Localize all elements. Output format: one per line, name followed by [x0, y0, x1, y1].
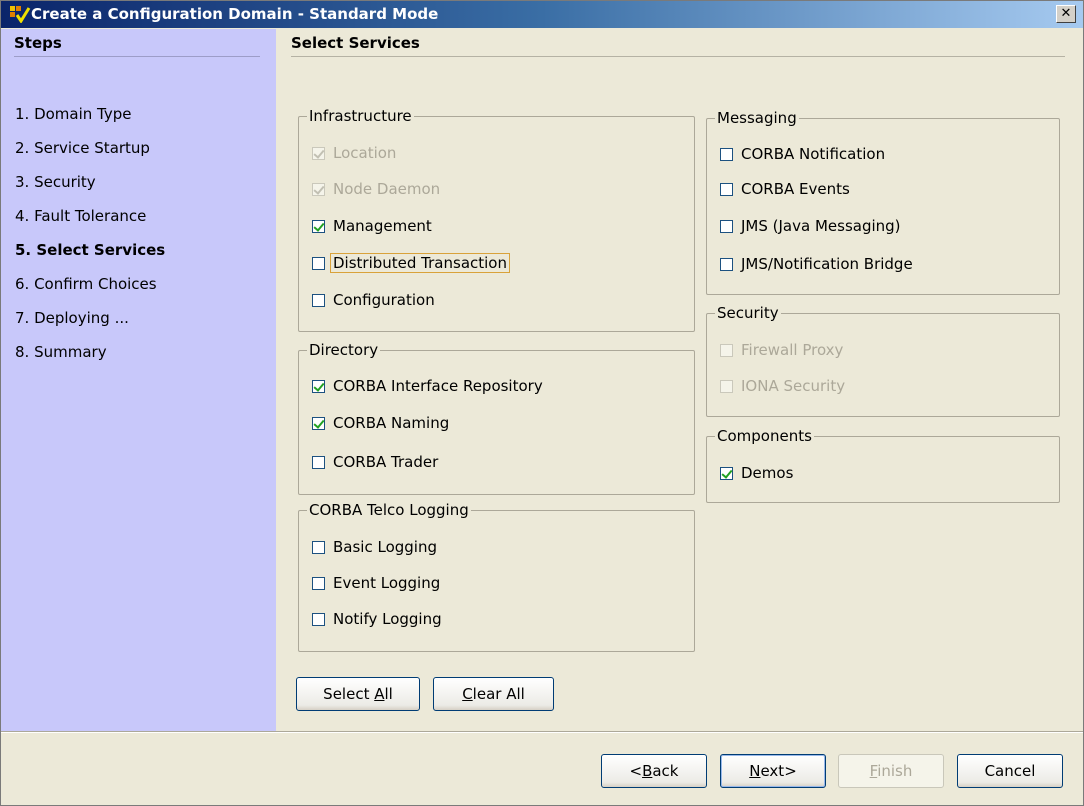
step-confirm-choices: 6. Confirm Choices — [15, 275, 157, 293]
configuration-checkbox[interactable] — [312, 294, 325, 307]
footer-divider-highlight — [1, 732, 1083, 733]
jms-notification-bridge-label[interactable]: JMS/Notification Bridge — [741, 255, 913, 273]
select-all-pre: Select — [323, 685, 375, 703]
close-button[interactable]: ✕ — [1056, 5, 1076, 23]
messaging-legend: Messaging — [715, 109, 799, 127]
back-button[interactable]: <Back — [601, 754, 707, 788]
management-label[interactable]: Management — [333, 217, 432, 235]
clear-all-post: lear All — [472, 685, 525, 703]
check-mark-icon — [313, 147, 325, 159]
location-checkbox — [312, 147, 325, 160]
window-title: Create a Configuration Domain - Standard… — [31, 5, 439, 23]
clear-all-mnemonic: C — [462, 685, 473, 703]
jms-label[interactable]: JMS (Java Messaging) — [741, 217, 901, 235]
cancel-label: Cancel — [984, 762, 1036, 780]
jms-notification-bridge-checkbox[interactable] — [720, 258, 733, 271]
components-legend: Components — [715, 427, 814, 445]
demos-label[interactable]: Demos — [741, 464, 793, 482]
corba-events-checkbox[interactable] — [720, 183, 733, 196]
node-daemon-label: Node Daemon — [333, 180, 441, 198]
corba-interface-repository-checkbox[interactable] — [312, 380, 325, 393]
step-security: 3. Security — [15, 173, 96, 191]
iona-security-checkbox — [720, 380, 733, 393]
corba-naming-checkbox[interactable] — [312, 417, 325, 430]
notify-logging-label[interactable]: Notify Logging — [333, 610, 442, 628]
back-pre: < — [629, 762, 643, 780]
event-logging-label[interactable]: Event Logging — [333, 574, 440, 592]
corba-trader-label[interactable]: CORBA Trader — [333, 453, 438, 471]
location-label: Location — [333, 144, 397, 162]
select-all-button[interactable]: Select All — [296, 677, 420, 711]
next-button[interactable]: Next> — [720, 754, 826, 788]
steps-title: Steps — [14, 34, 62, 52]
corba-events-label[interactable]: CORBA Events — [741, 180, 850, 198]
corba-telco-logging-legend: CORBA Telco Logging — [307, 501, 471, 519]
distributed-transaction-label-wrap[interactable]: Distributed Transaction — [330, 253, 510, 273]
cancel-button[interactable]: Cancel — [957, 754, 1063, 788]
step-fault-tolerance: 4. Fault Tolerance — [15, 207, 147, 225]
corba-trader-checkbox[interactable] — [312, 456, 325, 469]
security-group: Security — [706, 304, 1060, 417]
corba-notification-checkbox[interactable] — [720, 148, 733, 161]
finish-button: Finish — [838, 754, 944, 788]
firewall-proxy-label: Firewall Proxy — [741, 341, 844, 359]
configuration-label[interactable]: Configuration — [333, 291, 435, 309]
close-icon: ✕ — [1060, 6, 1072, 21]
directory-legend: Directory — [307, 341, 381, 359]
corba-naming-label[interactable]: CORBA Naming — [333, 414, 449, 432]
dialog-window: Create a Configuration Domain - Standard… — [0, 0, 1084, 806]
distributed-transaction-checkbox[interactable] — [312, 257, 325, 270]
clear-all-button[interactable]: Clear All — [433, 677, 554, 711]
event-logging-checkbox[interactable] — [312, 577, 325, 590]
back-post: ack — [652, 762, 679, 780]
step-deploying: 7. Deploying ... — [15, 309, 129, 327]
check-mark-icon — [313, 183, 325, 195]
check-mark-icon — [313, 220, 325, 232]
jms-checkbox[interactable] — [720, 220, 733, 233]
corba-interface-repository-label[interactable]: CORBA Interface Repository — [333, 377, 543, 395]
steps-divider — [14, 56, 260, 57]
page-title: Select Services — [291, 34, 420, 52]
select-all-mnemonic: A — [374, 685, 385, 703]
corba-notification-label[interactable]: CORBA Notification — [741, 145, 885, 163]
step-select-services: 5. Select Services — [15, 241, 166, 259]
app-logo-icon — [10, 6, 31, 23]
distributed-transaction-label[interactable]: Distributed Transaction — [330, 253, 510, 273]
next-post: ext> — [760, 762, 797, 780]
check-mark-icon — [721, 467, 733, 479]
title-divider — [291, 56, 1065, 57]
management-checkbox[interactable] — [312, 220, 325, 233]
step-service-startup: 2. Service Startup — [15, 139, 150, 157]
step-domain-type: 1. Domain Type — [15, 105, 132, 123]
check-mark-icon — [313, 417, 325, 429]
notify-logging-checkbox[interactable] — [312, 613, 325, 626]
basic-logging-label[interactable]: Basic Logging — [333, 538, 437, 556]
finish-post: inish — [877, 762, 913, 780]
title-bar[interactable]: Create a Configuration Domain - Standard… — [1, 1, 1083, 28]
check-mark-icon — [313, 380, 325, 392]
node-daemon-checkbox — [312, 183, 325, 196]
basic-logging-checkbox[interactable] — [312, 541, 325, 554]
select-all-post: ll — [384, 685, 393, 703]
back-mnemonic: B — [642, 762, 653, 780]
demos-checkbox[interactable] — [720, 467, 733, 480]
steps-sidebar — [1, 29, 276, 731]
step-summary: 8. Summary — [15, 343, 107, 361]
next-mnemonic: N — [749, 762, 761, 780]
iona-security-label: IONA Security — [741, 377, 846, 395]
infrastructure-legend: Infrastructure — [307, 107, 414, 125]
firewall-proxy-checkbox — [720, 344, 733, 357]
security-legend: Security — [715, 304, 781, 322]
